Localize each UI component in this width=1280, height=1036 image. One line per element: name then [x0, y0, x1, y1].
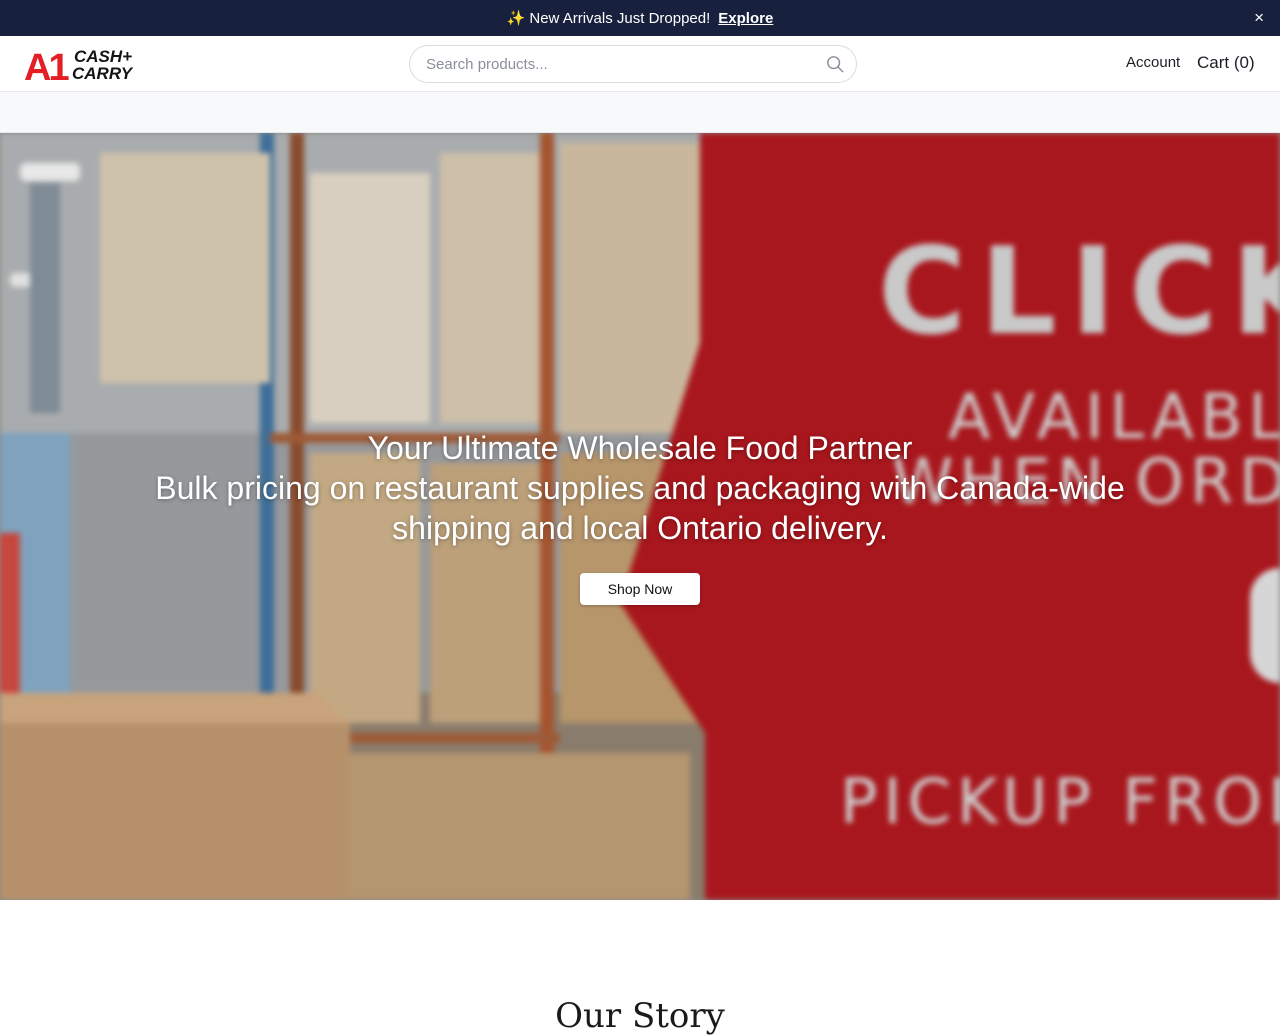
logo-line2: CARRY — [72, 64, 134, 82]
hero-subtitle: Bulk pricing on restaurant supplies and … — [155, 470, 1125, 546]
cart-link[interactable]: Cart (0) — [1197, 53, 1255, 73]
logo-mark: A1 — [24, 47, 69, 82]
site-header: A1 CASH+ CARRY Account Cart (0) — [0, 36, 1280, 92]
search-input[interactable] — [426, 46, 816, 82]
hero-title: Your Ultimate Wholesale Food Partner — [367, 430, 913, 466]
search-bar — [409, 45, 857, 83]
shop-now-button[interactable]: Shop Now — [580, 573, 700, 605]
explore-link[interactable]: Explore — [718, 10, 773, 27]
announcement-text: New Arrivals Just Dropped! — [529, 9, 711, 27]
logo[interactable]: A1 CASH+ CARRY — [24, 46, 142, 89]
search-icon[interactable] — [826, 55, 844, 73]
our-story-heading: Our Story — [555, 996, 725, 1036]
banner-text-pickup: PICKUP FROM M — [840, 765, 1280, 838]
close-icon[interactable]: × — [1254, 8, 1264, 28]
sparkles-icon: ✨ — [506, 10, 526, 27]
sub-navigation — [0, 92, 1280, 133]
account-link[interactable]: Account — [1126, 54, 1180, 71]
banner-text-click: CLICK — [878, 223, 1280, 362]
announcement-bar: ✨ New Arrivals Just Dropped! Explore × — [0, 0, 1280, 36]
hero-text-block: Your Ultimate Wholesale Food Partner Bul… — [0, 428, 1280, 548]
hero-section: CLICK AVAILABLE WHEN ORDER PICKUP FROM M… — [0, 133, 1280, 900]
